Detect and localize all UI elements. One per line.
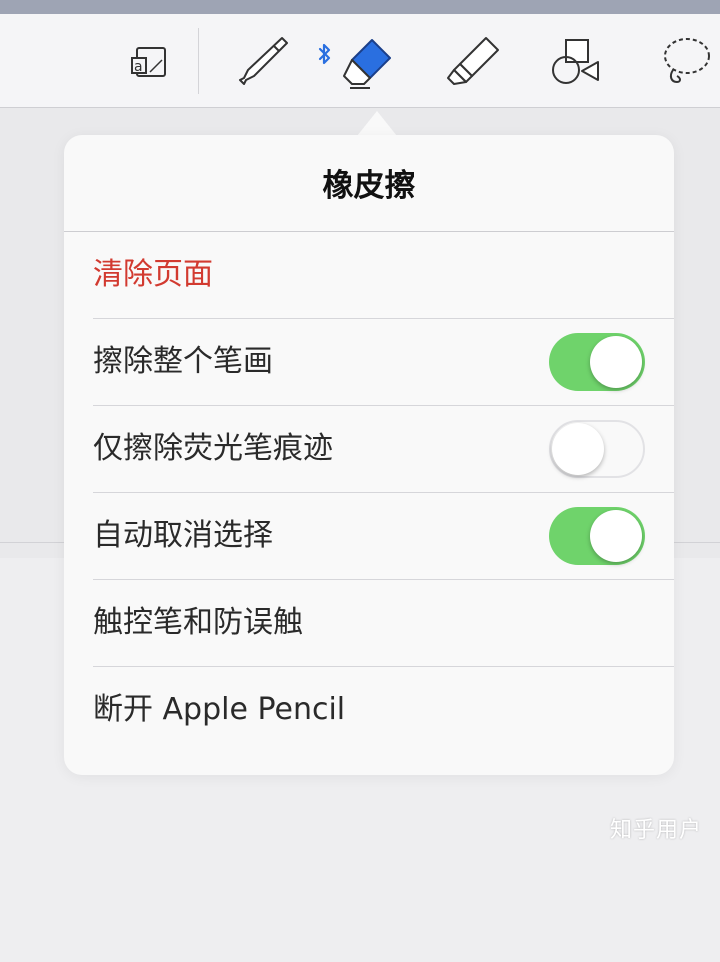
shapes-icon[interactable] [548,32,608,92]
disconnect-pencil-row[interactable]: 断开 Apple Pencil [93,667,674,753]
auto-deselect-row: 自动取消选择 [93,493,674,580]
disconnect-pencil-label: 断开 Apple Pencil [93,692,346,727]
stylus-palm-rejection-label: 触控笔和防误触 [93,605,303,640]
lasso-icon[interactable] [655,32,715,92]
watermark: 知乎用户 [610,818,703,843]
pen-icon[interactable] [232,32,292,92]
toolbar-separator [198,28,199,94]
erase-highlighter-only-row: 仅擦除荧光笔痕迹 [93,406,674,493]
auto-deselect-label: 自动取消选择 [93,518,273,553]
popover-title: 橡皮擦 [322,167,416,204]
erase-whole-stroke-label: 擦除整个笔画 [93,344,273,379]
svg-text:a: a [134,59,143,75]
auto-deselect-toggle[interactable] [549,507,645,565]
toggle-knob [590,510,642,562]
erase-whole-stroke-toggle[interactable] [549,333,645,391]
erase-highlighter-only-label: 仅擦除荧光笔痕迹 [93,431,333,466]
toggle-knob [552,423,604,475]
erase-whole-stroke-row: 擦除整个笔画 [93,319,674,406]
highlighter-icon[interactable] [442,32,502,92]
eraser-options-popover: 橡皮擦 清除页面 擦除整个笔画 仅擦除荧光笔痕迹 自动取消选择 触控笔和防误触 … [64,135,674,775]
eraser-icon[interactable] [338,32,398,92]
popover-arrow [357,111,397,136]
erase-highlighter-only-toggle[interactable] [549,420,645,478]
toolbar: a [0,14,720,108]
toggle-knob [590,336,642,388]
clear-page-label: 清除页面 [93,257,213,292]
bluetooth-icon [316,42,334,66]
popover-header: 橡皮擦 [64,135,674,232]
text-frame-icon[interactable]: a [120,32,180,92]
clear-page-row[interactable]: 清除页面 [93,232,674,319]
stylus-palm-rejection-row[interactable]: 触控笔和防误触 [93,580,674,667]
window-top-strip [0,0,720,14]
